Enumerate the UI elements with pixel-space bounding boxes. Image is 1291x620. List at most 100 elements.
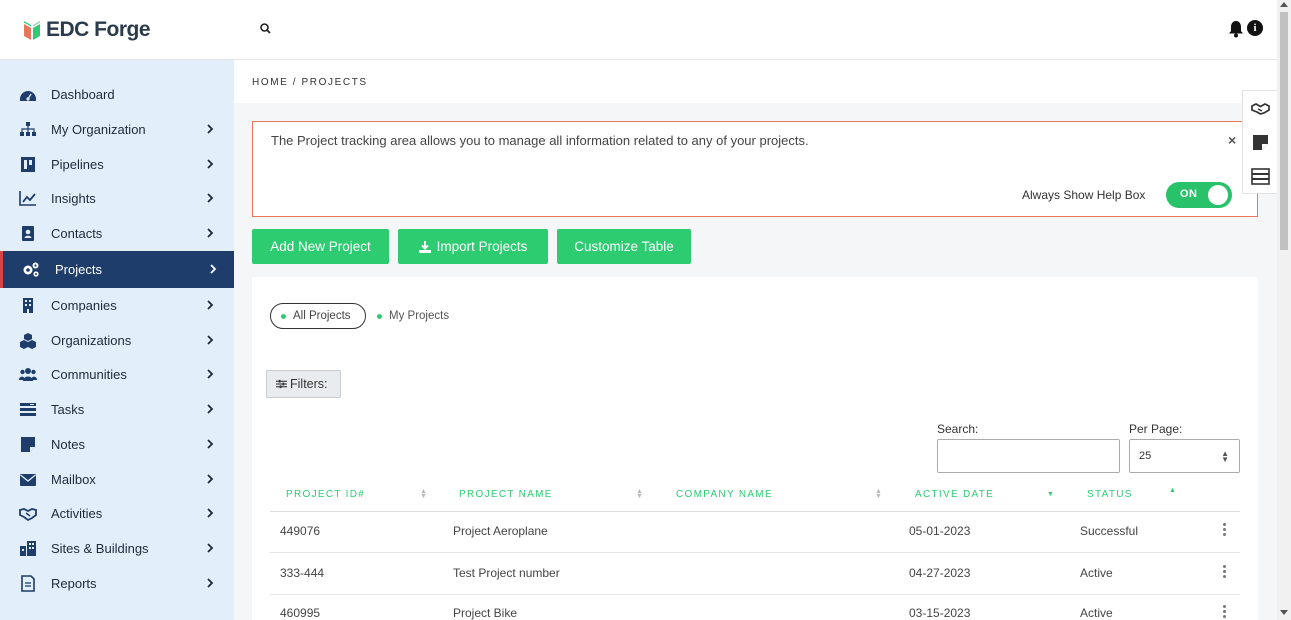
- cell-active-date: 04-27-2023: [909, 566, 971, 580]
- col-header-company-name[interactable]: COMPANY NAME: [676, 489, 773, 500]
- floating-toolbar: [1242, 90, 1277, 194]
- search-input[interactable]: [937, 439, 1120, 473]
- chevron-right-icon: [207, 300, 214, 310]
- chevron-right-icon: [207, 159, 214, 169]
- row-menu-icon[interactable]: [1220, 523, 1228, 539]
- logo[interactable]: EDC Forge: [22, 18, 151, 42]
- handshake-icon: [19, 508, 37, 522]
- search-icon[interactable]: [259, 22, 273, 36]
- sidebar-item-communities[interactable]: Communities: [0, 357, 234, 392]
- cell-active-date: 03-15-2023: [909, 606, 971, 620]
- customize-table-button[interactable]: Customize Table: [557, 229, 691, 264]
- sort-icon[interactable]: ▲ ▼: [420, 488, 427, 500]
- sidebar-item-label: Companies: [51, 298, 117, 313]
- scroll-up-icon[interactable]: [1280, 2, 1288, 7]
- add-new-project-label: Add New Project: [270, 239, 371, 254]
- cell-project-name[interactable]: Test Project number: [453, 566, 560, 580]
- sidebar-item-pipelines[interactable]: Pipelines: [0, 147, 234, 182]
- col-header-project-id[interactable]: PROJECT ID#: [286, 489, 365, 500]
- sidebar-item-my-organization[interactable]: My Organization: [0, 112, 234, 147]
- users-icon: [19, 368, 37, 381]
- toggle-knob: [1208, 185, 1228, 205]
- org-chart-icon: [20, 122, 36, 136]
- chevron-right-icon: [207, 474, 214, 484]
- cell-project-id: 333-444: [280, 566, 325, 580]
- col-header-project-name[interactable]: PROJECT NAME: [459, 489, 553, 500]
- bell-icon[interactable]: [1228, 20, 1244, 38]
- list-icon[interactable]: [1251, 168, 1270, 185]
- close-icon[interactable]: ×: [1228, 132, 1236, 148]
- sidebar-item-label: Projects: [55, 262, 102, 277]
- sort-desc-icon[interactable]: ▼: [1047, 491, 1054, 498]
- logo-text: EDC Forge: [46, 18, 151, 41]
- report-icon: [21, 575, 35, 592]
- envelope-icon: [20, 474, 36, 486]
- note-icon: [21, 437, 35, 452]
- breadcrumb-bar: HOME / PROJECTS: [234, 60, 1277, 103]
- contact-card-icon: [22, 226, 34, 241]
- vertical-scrollbar[interactable]: [1277, 0, 1291, 620]
- import-projects-button[interactable]: Import Projects: [398, 229, 548, 264]
- cell-project-name[interactable]: Project Aeroplane: [453, 524, 548, 538]
- note-icon[interactable]: [1251, 134, 1270, 151]
- tab-all-projects[interactable]: All Projects: [270, 303, 366, 329]
- sidebar-item-reports[interactable]: Reports: [0, 566, 234, 601]
- sidebar-item-label: Mailbox: [51, 472, 96, 487]
- sidebar-item-activities[interactable]: Activities: [0, 496, 234, 531]
- sidebar-item-label: My Organization: [51, 122, 146, 137]
- col-header-active-date[interactable]: ACTIVE DATE: [915, 489, 994, 500]
- pipeline-icon: [21, 157, 35, 172]
- sort-icon[interactable]: ▲ ▼: [875, 488, 882, 500]
- sidebar-item-contacts[interactable]: Contacts: [0, 216, 234, 251]
- dot-icon: [377, 313, 382, 319]
- customize-table-label: Customize Table: [574, 239, 674, 254]
- sort-asc-icon[interactable]: ▲: [1169, 487, 1176, 494]
- scroll-down-icon[interactable]: [1280, 610, 1288, 615]
- sidebar-item-organizations[interactable]: Organizations: [0, 323, 234, 358]
- sidebar: Dashboard My Organization Pipelines Insi…: [0, 60, 234, 620]
- table-row[interactable]: 333-444 Test Project number 04-27-2023 A…: [270, 553, 1240, 595]
- chevron-right-icon: [207, 578, 214, 588]
- help-box: The Project tracking area allows you to …: [252, 121, 1258, 217]
- handshake-icon[interactable]: [1251, 100, 1270, 117]
- col-header-status[interactable]: STATUS: [1087, 489, 1133, 500]
- per-page-select[interactable]: 25 ▲ ▼: [1129, 439, 1240, 473]
- sidebar-item-dashboard[interactable]: Dashboard: [0, 77, 234, 112]
- sidebar-item-insights[interactable]: Insights: [0, 181, 234, 216]
- sidebar-item-tasks[interactable]: Tasks: [0, 392, 234, 427]
- table-row[interactable]: 460995 Project Bike 03-15-2023 Active: [270, 595, 1240, 620]
- cell-active-date: 05-01-2023: [909, 524, 971, 538]
- row-menu-icon[interactable]: [1220, 565, 1228, 581]
- sidebar-item-notes[interactable]: Notes: [0, 427, 234, 462]
- cell-project-id: 460995: [280, 606, 321, 620]
- always-show-help-toggle[interactable]: ON: [1166, 182, 1232, 208]
- chevron-right-icon: [207, 404, 214, 414]
- sidebar-item-label: Dashboard: [51, 87, 115, 102]
- sidebar-item-label: Notes: [51, 437, 85, 452]
- chevron-right-icon: [207, 228, 214, 238]
- chevron-right-icon: [207, 439, 214, 449]
- filters-button[interactable]: Filters:: [266, 370, 341, 398]
- tab-my-projects[interactable]: My Projects: [377, 303, 449, 329]
- sidebar-item-label: Organizations: [51, 333, 132, 348]
- always-show-help-label: Always Show Help Box: [1022, 188, 1146, 202]
- cell-project-name[interactable]: Project Bike: [453, 606, 517, 620]
- cell-status: Successful: [1080, 524, 1139, 538]
- import-projects-label: Import Projects: [436, 239, 528, 254]
- row-menu-icon[interactable]: [1220, 605, 1228, 620]
- sidebar-item-projects[interactable]: Projects: [0, 251, 234, 288]
- top-bar: EDC Forge i: [0, 0, 1277, 60]
- sidebar-item-sites-buildings[interactable]: Sites & Buildings: [0, 531, 234, 566]
- logo-mark-icon: [24, 21, 40, 40]
- sort-icon[interactable]: ▲ ▼: [636, 488, 643, 500]
- cell-status: Active: [1080, 566, 1113, 580]
- breadcrumb[interactable]: HOME / PROJECTS: [252, 77, 368, 88]
- sidebar-item-companies[interactable]: Companies: [0, 288, 234, 323]
- sidebar-item-mailbox[interactable]: Mailbox: [0, 462, 234, 497]
- add-new-project-button[interactable]: Add New Project: [252, 229, 389, 264]
- table-row[interactable]: 449076 Project Aeroplane 05-01-2023 Succ…: [270, 511, 1240, 553]
- cell-status: Active: [1080, 606, 1113, 620]
- scroll-thumb[interactable]: [1280, 12, 1288, 250]
- tasks-icon: [20, 403, 36, 416]
- info-icon[interactable]: i: [1247, 20, 1263, 36]
